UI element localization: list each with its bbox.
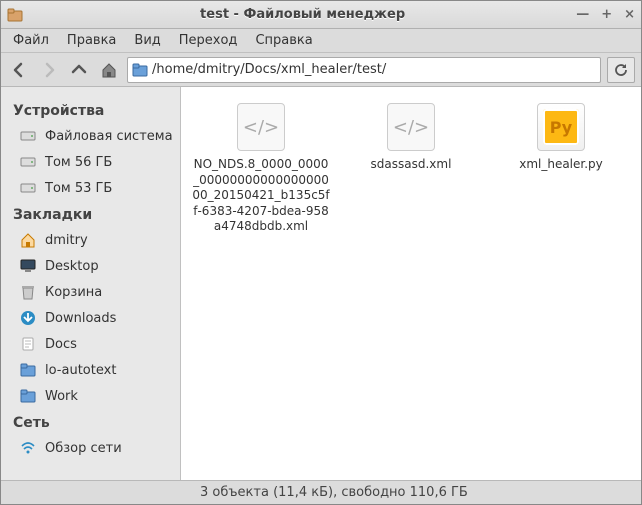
titlebar: test - Файловый менеджер — + ×	[1, 1, 641, 29]
file-item[interactable]: </> sdassasd.xml	[341, 103, 481, 173]
sidebar-item-label: Downloads	[45, 311, 116, 326]
sidebar-item-work[interactable]: Work	[1, 383, 180, 409]
window-title: test - Файловый менеджер	[29, 7, 576, 22]
minimize-button[interactable]: —	[576, 7, 589, 22]
menu-view[interactable]: Вид	[126, 31, 168, 50]
sidebar-section-bookmarks: Закладки	[1, 201, 180, 227]
up-button[interactable]	[67, 58, 91, 82]
file-name: xml_healer.py	[519, 157, 603, 173]
sidebar-item-docs[interactable]: Docs	[1, 331, 180, 357]
folder-icon	[19, 387, 37, 405]
back-button[interactable]	[7, 58, 31, 82]
sidebar-item-desktop[interactable]: Desktop	[1, 253, 180, 279]
content-area[interactable]: </> NO_NDS.8_0000_0000_00000000000000000…	[181, 87, 641, 480]
drive-icon	[19, 153, 37, 171]
xml-file-icon: </>	[237, 103, 285, 151]
body: Устройства Файловая система Том 56 ГБ То…	[1, 87, 641, 480]
sidebar-item-label: Том 53 ГБ	[45, 181, 112, 196]
menu-help[interactable]: Справка	[247, 31, 320, 50]
sidebar-item-label: dmitry	[45, 233, 88, 248]
close-button[interactable]: ×	[624, 7, 635, 22]
drive-icon	[19, 179, 37, 197]
python-file-icon: Py	[537, 103, 585, 151]
sidebar-item-label: Docs	[45, 337, 77, 352]
sidebar-item-label: Work	[45, 389, 78, 404]
file-name: NO_NDS.8_0000_0000_0000000000000000000_2…	[191, 157, 331, 235]
home-button[interactable]	[97, 58, 121, 82]
path-input[interactable]	[152, 62, 596, 77]
menu-go[interactable]: Переход	[171, 31, 246, 50]
sidebar-item-label: lo-autotext	[45, 363, 116, 378]
sidebar-item-label: Файловая система	[45, 129, 173, 144]
sidebar-item-filesystem[interactable]: Файловая система	[1, 123, 180, 149]
statusbar: 3 объекта (11,4 кБ), свободно 110,6 ГБ	[1, 480, 641, 504]
reload-button[interactable]	[607, 57, 635, 83]
sidebar-item-label: Desktop	[45, 259, 99, 274]
window-controls: — + ×	[576, 7, 635, 22]
status-text: 3 объекта (11,4 кБ), свободно 110,6 ГБ	[200, 485, 468, 500]
file-item[interactable]: </> NO_NDS.8_0000_0000_00000000000000000…	[191, 103, 331, 235]
sidebar-item-label: Обзор сети	[45, 441, 122, 456]
sidebar-item-label: Корзина	[45, 285, 102, 300]
drive-icon	[19, 127, 37, 145]
desktop-icon	[19, 257, 37, 275]
file-name: sdassasd.xml	[371, 157, 452, 173]
home-icon	[19, 231, 37, 249]
menu-file[interactable]: Файл	[5, 31, 57, 50]
sidebar: Устройства Файловая система Том 56 ГБ То…	[1, 87, 181, 480]
sidebar-section-devices: Устройства	[1, 97, 180, 123]
sidebar-item-lo-autotext[interactable]: lo-autotext	[1, 357, 180, 383]
sidebar-item-downloads[interactable]: Downloads	[1, 305, 180, 331]
file-item[interactable]: Py xml_healer.py	[491, 103, 631, 173]
sidebar-section-network: Сеть	[1, 409, 180, 435]
path-box	[127, 57, 601, 83]
folder-icon	[19, 361, 37, 379]
toolbar	[1, 53, 641, 87]
folder-icon	[132, 62, 148, 78]
menubar: Файл Правка Вид Переход Справка	[1, 29, 641, 53]
sidebar-item-label: Том 56 ГБ	[45, 155, 112, 170]
sidebar-item-trash[interactable]: Корзина	[1, 279, 180, 305]
download-icon	[19, 309, 37, 327]
menu-edit[interactable]: Правка	[59, 31, 124, 50]
sidebar-item-volume-56[interactable]: Том 56 ГБ	[1, 149, 180, 175]
forward-button[interactable]	[37, 58, 61, 82]
window-app-icon	[7, 7, 23, 23]
wifi-icon	[19, 439, 37, 457]
xml-file-icon: </>	[387, 103, 435, 151]
maximize-button[interactable]: +	[601, 7, 612, 22]
folder-icon	[19, 335, 37, 353]
trash-icon	[19, 283, 37, 301]
sidebar-item-volume-53[interactable]: Том 53 ГБ	[1, 175, 180, 201]
sidebar-item-home[interactable]: dmitry	[1, 227, 180, 253]
sidebar-item-network-browse[interactable]: Обзор сети	[1, 435, 180, 461]
